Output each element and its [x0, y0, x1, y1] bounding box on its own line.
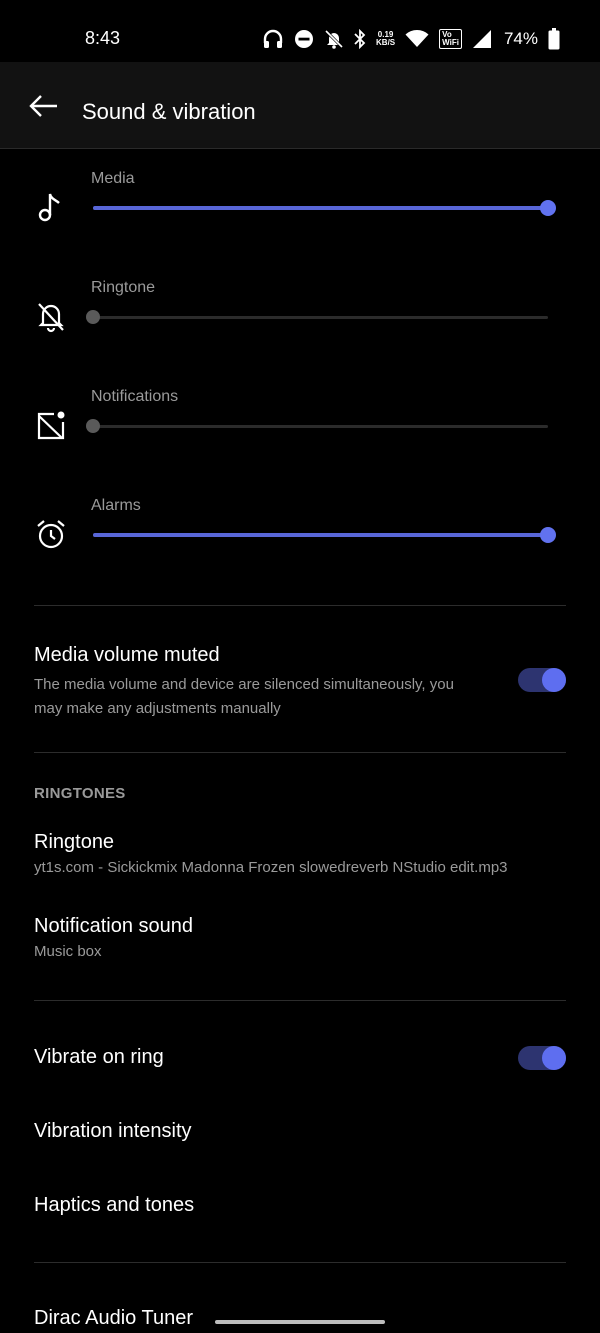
- volume-media-row: Media: [0, 170, 600, 270]
- volume-media-label: Media: [91, 170, 135, 187]
- haptics-and-tones-title: Haptics and tones: [34, 1194, 195, 1216]
- volume-notifications-slider[interactable]: [86, 419, 548, 433]
- page-title: Sound & vibration: [82, 99, 256, 124]
- do-not-disturb-icon: [295, 30, 314, 48]
- volume-ringtone-row: Ringtone: [0, 279, 600, 379]
- vibrate-on-ring-toggle[interactable]: [518, 1046, 566, 1070]
- media-muted-subtitle-line1: The media volume and device are silenced…: [34, 676, 454, 693]
- slider-thumb[interactable]: [540, 200, 556, 216]
- headphones-icon: [263, 29, 283, 48]
- alarm-icon: [37, 520, 65, 549]
- slider-fill: [93, 533, 548, 537]
- volume-notifications-row: Notifications: [0, 388, 600, 488]
- slider-track: [93, 425, 548, 428]
- vibration-intensity-title: Vibration intensity: [34, 1120, 192, 1142]
- home-indicator[interactable]: [215, 1320, 385, 1324]
- toggle-knob: [542, 1046, 566, 1070]
- dirac-audio-tuner-title: Dirac Audio Tuner: [34, 1307, 193, 1329]
- volume-ringtone-slider[interactable]: [86, 310, 548, 324]
- ringtone-title: Ringtone: [34, 831, 115, 853]
- status-bar: 8:43 0.19 KB/S Vo WiFi 74%: [0, 0, 600, 62]
- volume-media-slider[interactable]: [93, 200, 556, 216]
- dirac-audio-tuner-setting[interactable]: Dirac Audio Tuner: [34, 1307, 566, 1330]
- music-note-icon: [38, 193, 60, 222]
- media-muted-title: Media volume muted: [34, 644, 220, 666]
- cell-signal-icon: [472, 30, 491, 48]
- arrow-left-icon: [29, 95, 57, 117]
- battery-percent: 74%: [503, 29, 538, 48]
- media-muted-subtitle: The media volume and device are silenced…: [34, 673, 504, 721]
- wifi-icon: [405, 30, 429, 47]
- bluetooth-icon: [354, 29, 366, 49]
- back-button[interactable]: [26, 92, 62, 120]
- slider-track: [93, 316, 548, 319]
- volume-alarms-slider[interactable]: [93, 527, 556, 543]
- toggle-knob: [542, 668, 566, 692]
- notification-sound-title: Notification sound: [34, 915, 193, 937]
- network-speed: 0.19 KB/S: [376, 31, 395, 47]
- media-muted-toggle[interactable]: [518, 668, 566, 692]
- slider-thumb[interactable]: [86, 419, 100, 433]
- divider: [34, 752, 566, 753]
- divider: [34, 1000, 566, 1001]
- status-time: 8:43: [85, 28, 121, 48]
- vibration-intensity-setting[interactable]: Vibration intensity: [34, 1120, 566, 1143]
- network-speed-unit: KB/S: [376, 38, 396, 47]
- status-icons: 0.19 KB/S Vo WiFi 74%: [262, 26, 560, 52]
- divider: [34, 605, 566, 606]
- app-header: Sound & vibration: [0, 62, 600, 149]
- divider: [34, 1262, 566, 1263]
- slider-thumb[interactable]: [540, 527, 556, 543]
- media-muted-subtitle-line2: may make any adjustments manually: [34, 700, 281, 717]
- battery-icon: [548, 28, 560, 50]
- media-volume-muted-setting[interactable]: Media volume muted The media volume and …: [34, 644, 566, 721]
- volume-alarms-row: Alarms: [0, 497, 600, 597]
- vibrate-on-ring-title: Vibrate on ring: [34, 1046, 164, 1068]
- notification-off-icon: [37, 411, 65, 440]
- haptics-and-tones-setting[interactable]: Haptics and tones: [34, 1194, 566, 1217]
- slider-thumb[interactable]: [86, 310, 100, 324]
- volume-notifications-label: Notifications: [91, 388, 179, 405]
- ringtone-setting[interactable]: Ringtone yt1s.com - Sickickmix Madonna F…: [34, 831, 566, 880]
- vibrate-on-ring-setting[interactable]: Vibrate on ring: [34, 1046, 566, 1069]
- volume-alarms-label: Alarms: [91, 497, 141, 514]
- vowifi-bottom: WiFi: [442, 38, 459, 47]
- volume-ringtone-label: Ringtone: [91, 279, 156, 296]
- bell-off-icon: [38, 303, 64, 333]
- vowifi-badge: Vo WiFi: [439, 29, 462, 49]
- notification-sound-value: Music box: [34, 943, 102, 960]
- notification-sound-setting[interactable]: Notification sound Music box: [34, 915, 566, 964]
- notifications-muted-icon: [324, 29, 344, 49]
- ringtone-value: yt1s.com - Sickickmix Madonna Frozen slo…: [34, 859, 508, 876]
- ringtones-section-header: RINGTONES: [34, 785, 126, 802]
- slider-fill: [93, 206, 548, 210]
